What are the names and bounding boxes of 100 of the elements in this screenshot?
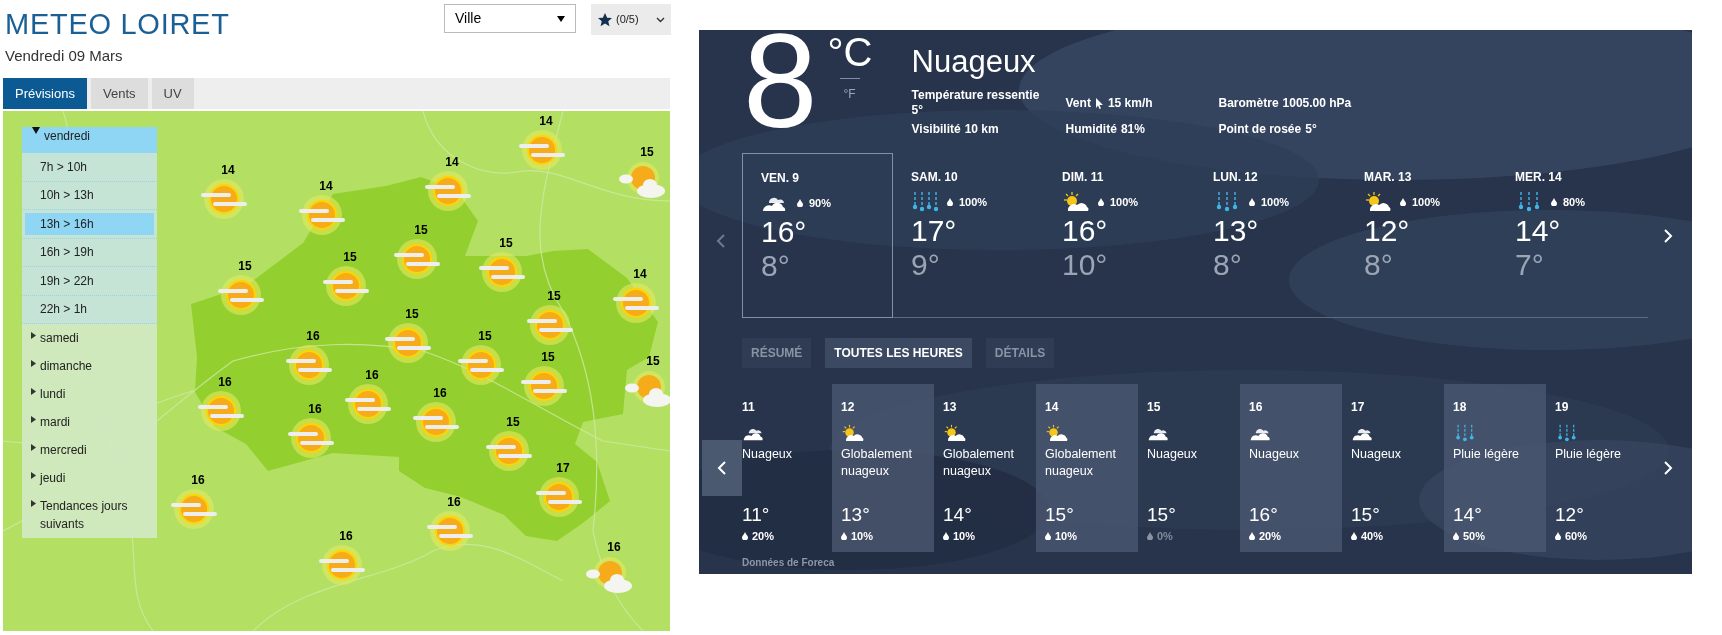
temperature-label: 15 xyxy=(646,354,660,368)
detail-label: Point de rosée xyxy=(1218,122,1302,137)
precipitation-label: 100% xyxy=(1412,194,1441,210)
precipitation-label: 100% xyxy=(1261,194,1290,210)
detail-label: Visibilité xyxy=(911,122,961,137)
temperature-label: 15 xyxy=(499,236,513,250)
temperature-label: 16 xyxy=(607,540,621,554)
current-temperature: 8 xyxy=(743,30,818,153)
sun-fog-icon xyxy=(284,343,334,387)
chevron-right-icon[interactable] xyxy=(1663,460,1673,476)
precipitation-label: 80% xyxy=(1563,194,1586,210)
day-label: DIM. 11 xyxy=(1062,169,1105,186)
city-select[interactable]: Ville xyxy=(444,4,576,33)
drop-icon xyxy=(1555,531,1561,540)
temperature-label: 14 xyxy=(445,155,459,169)
day-item[interactable]: dimanche xyxy=(22,352,157,380)
condition-label: Nuageux xyxy=(1147,446,1199,463)
drop-icon xyxy=(1453,531,1459,540)
tab[interactable]: TOUTES LES HEURES xyxy=(825,338,972,368)
day-card[interactable]: VEN. 9 90% 16° 8° xyxy=(742,153,893,318)
sun-fog-icon xyxy=(216,273,266,317)
expand-icon xyxy=(31,360,36,367)
temperature-label: 15° xyxy=(1351,503,1381,526)
expand-icon xyxy=(31,500,36,507)
drop-icon xyxy=(1045,531,1051,540)
day-card[interactable]: MAR. 13 100% 12° 8° xyxy=(1346,153,1497,318)
source-label: Données de Foreca xyxy=(742,556,836,570)
hour-label: 13 xyxy=(943,399,958,416)
condition-label: Pluie légère xyxy=(1555,446,1622,463)
sun-fog-icon xyxy=(525,303,575,347)
precipitation-label: 10% xyxy=(851,528,874,544)
day-card[interactable]: DIM. 11 100% 16° 10° xyxy=(1044,153,1195,318)
chevron-right-icon[interactable] xyxy=(1663,227,1673,244)
low-temperature: 8° xyxy=(761,249,791,283)
drop-icon xyxy=(947,198,953,206)
tab[interactable]: RÉSUMÉ xyxy=(742,338,812,368)
condition-label: Globalement nuageux xyxy=(1045,446,1117,480)
tab[interactable]: Vents xyxy=(90,78,148,109)
day-item[interactable]: mardi xyxy=(22,408,157,436)
sun-fog-icon xyxy=(297,193,347,237)
temperature-label: 13° xyxy=(841,503,871,526)
sun-fog-icon xyxy=(477,250,527,294)
day-item[interactable]: jeudi xyxy=(22,464,157,492)
high-temperature: 16° xyxy=(1062,214,1109,248)
high-temperature: 17° xyxy=(911,214,958,248)
day-item[interactable]: samedi xyxy=(22,324,157,352)
drop-icon xyxy=(943,531,949,540)
day-card[interactable]: LUN. 12 100% 13° 8° xyxy=(1195,153,1346,318)
day-label: SAM. 10 xyxy=(911,169,959,186)
sun-fog-icon xyxy=(534,475,584,519)
sun-fog-icon xyxy=(456,343,506,387)
temperature-label: 15° xyxy=(1045,503,1075,526)
condition-label: Nuageux xyxy=(742,446,794,463)
collapse-icon xyxy=(32,127,40,134)
expand-icon xyxy=(31,332,36,339)
precipitation-label: 20% xyxy=(752,528,775,544)
tab[interactable]: DÉTAILS xyxy=(985,338,1055,368)
time-slot-item[interactable]: 13h > 16h xyxy=(25,213,154,235)
sun-fog-icon xyxy=(317,543,367,587)
unit-toggle[interactable]: °C xyxy=(827,30,873,74)
drop-icon xyxy=(841,531,847,540)
temperature-label: 15 xyxy=(547,289,561,303)
expand-icon xyxy=(31,416,36,423)
drop-icon xyxy=(1551,198,1557,206)
sun-fog-icon xyxy=(519,364,569,408)
day-card[interactable]: SAM. 10 100% 17° 9° xyxy=(893,153,1044,318)
temperature-label: 15 xyxy=(414,223,428,237)
condition-label: Pluie légère xyxy=(1453,446,1520,463)
favorites-button[interactable]: (0/5) xyxy=(591,4,671,35)
precipitation-label: 10% xyxy=(953,528,976,544)
temperature-label: 15 xyxy=(238,259,252,273)
unit-toggle[interactable]: °F xyxy=(839,78,860,103)
temperature-label: 15 xyxy=(640,145,654,159)
sun-fog-icon xyxy=(425,509,475,553)
day-item[interactable]: vendredi xyxy=(22,127,157,153)
chevron-left-icon[interactable] xyxy=(715,232,726,249)
day-item[interactable]: Tendances jours suivants xyxy=(22,492,157,538)
drop-icon xyxy=(742,531,748,540)
tab[interactable]: UV xyxy=(151,78,194,109)
precipitation-label: 40% xyxy=(1361,528,1384,544)
high-temperature: 13° xyxy=(1213,214,1260,248)
chevron-left-icon xyxy=(717,460,727,476)
drop-icon xyxy=(1249,198,1255,206)
condition-label: Nuageux xyxy=(1351,446,1403,463)
temperature-label: 14 xyxy=(221,163,235,177)
day-item[interactable]: mercredi xyxy=(22,436,157,464)
detail-label: Température ressentie xyxy=(911,88,1040,103)
sun-fog-icon xyxy=(383,321,433,365)
condition-label: Nuageux xyxy=(911,44,1037,80)
temperature-label: 14 xyxy=(319,179,333,193)
detail-label: Baromètre xyxy=(1218,95,1279,111)
sun-fog-icon xyxy=(423,169,473,213)
tab[interactable]: Prévisions xyxy=(3,78,87,109)
date-label: Vendredi 09 Mars xyxy=(5,46,124,66)
day-item[interactable]: lundi xyxy=(22,380,157,408)
temperature-label: 12° xyxy=(1555,503,1585,526)
day-card[interactable]: MER. 14 80% 14° 7° xyxy=(1497,153,1648,318)
detail-value: 1005.00 hPa xyxy=(1282,95,1352,111)
temperature-label: 15 xyxy=(343,250,357,264)
temperature-label: 16 xyxy=(447,495,461,509)
